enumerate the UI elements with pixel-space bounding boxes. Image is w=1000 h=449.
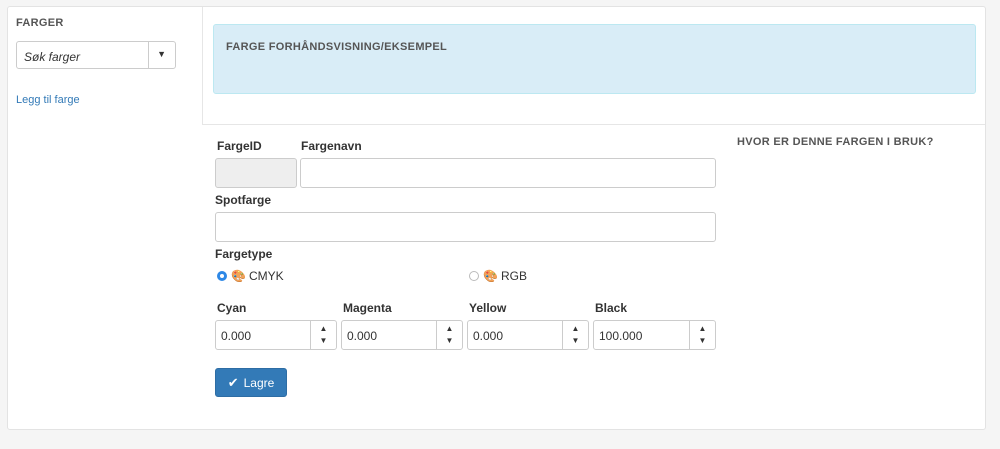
select-divider bbox=[148, 42, 149, 68]
magenta-label: Magenta bbox=[343, 301, 392, 315]
black-stepper-arrows[interactable]: ▲ ▼ bbox=[689, 321, 715, 349]
color-search-placeholder: Søk farger bbox=[24, 50, 81, 64]
sidebar-title: FARGER bbox=[16, 17, 64, 29]
usage-title: HVOR ER DENNE FARGEN I BRUK? bbox=[737, 136, 934, 148]
cyan-label: Cyan bbox=[217, 301, 247, 315]
add-color-link[interactable]: Legg til farge bbox=[16, 94, 80, 106]
save-button[interactable]: ✔ Lagre bbox=[215, 368, 287, 397]
save-button-label: Lagre bbox=[243, 375, 275, 390]
color-type-label: Fargetype bbox=[215, 247, 273, 261]
chevron-down-icon[interactable]: ▼ bbox=[157, 49, 166, 59]
decrement-icon[interactable]: ▼ bbox=[311, 336, 336, 345]
radio-cmyk-label: CMYK bbox=[248, 269, 284, 283]
yellow-label: Yellow bbox=[469, 301, 507, 315]
color-id-field bbox=[215, 158, 297, 188]
color-name-field[interactable] bbox=[300, 158, 716, 188]
magenta-stepper[interactable]: 0.000 ▲ ▼ bbox=[341, 320, 463, 350]
decrement-icon[interactable]: ▼ bbox=[437, 336, 462, 345]
color-search-select[interactable]: Søk farger ▼ bbox=[16, 41, 176, 69]
decrement-icon[interactable]: ▼ bbox=[563, 336, 588, 345]
check-icon: ✔ bbox=[227, 374, 239, 390]
spot-color-field[interactable] bbox=[215, 212, 716, 242]
palette-icon: 🎨 bbox=[231, 269, 246, 283]
increment-icon[interactable]: ▲ bbox=[690, 324, 715, 333]
radio-rgb-label: RGB bbox=[500, 269, 527, 283]
color-id-label: FargeID bbox=[217, 139, 262, 153]
increment-icon[interactable]: ▲ bbox=[437, 324, 462, 333]
black-label: Black bbox=[595, 301, 628, 315]
yellow-stepper-arrows[interactable]: ▲ ▼ bbox=[562, 321, 588, 349]
radio-cmyk-indicator[interactable] bbox=[217, 271, 227, 281]
color-preview: FARGE FORHÅNDSVISNING/EKSEMPEL bbox=[213, 24, 976, 94]
radio-rgb-indicator[interactable] bbox=[469, 271, 479, 281]
cyan-stepper-arrows[interactable]: ▲ ▼ bbox=[310, 321, 336, 349]
radio-cmyk[interactable]: 🎨 CMYK bbox=[217, 269, 284, 283]
section-divider bbox=[203, 124, 985, 125]
cyan-value: 0.000 bbox=[221, 329, 252, 343]
preview-title: FARGE FORHÅNDSVISNING/EKSEMPEL bbox=[226, 41, 448, 53]
radio-rgb[interactable]: 🎨 RGB bbox=[469, 269, 527, 283]
decrement-icon[interactable]: ▼ bbox=[690, 336, 715, 345]
spot-color-label: Spotfarge bbox=[215, 193, 272, 207]
color-name-label: Fargenavn bbox=[301, 139, 362, 153]
yellow-stepper[interactable]: 0.000 ▲ ▼ bbox=[467, 320, 589, 350]
increment-icon[interactable]: ▲ bbox=[563, 324, 588, 333]
magenta-value: 0.000 bbox=[347, 329, 378, 343]
palette-icon: 🎨 bbox=[483, 269, 498, 283]
magenta-stepper-arrows[interactable]: ▲ ▼ bbox=[436, 321, 462, 349]
black-stepper[interactable]: 100.000 ▲ ▼ bbox=[593, 320, 716, 350]
main-panel: FARGER Søk farger ▼ Legg til farge FARGE… bbox=[7, 6, 986, 430]
yellow-value: 0.000 bbox=[473, 329, 504, 343]
cyan-stepper[interactable]: 0.000 ▲ ▼ bbox=[215, 320, 337, 350]
sidebar: FARGER Søk farger ▼ Legg til farge bbox=[8, 7, 203, 125]
increment-icon[interactable]: ▲ bbox=[311, 324, 336, 333]
black-value: 100.000 bbox=[599, 329, 643, 343]
